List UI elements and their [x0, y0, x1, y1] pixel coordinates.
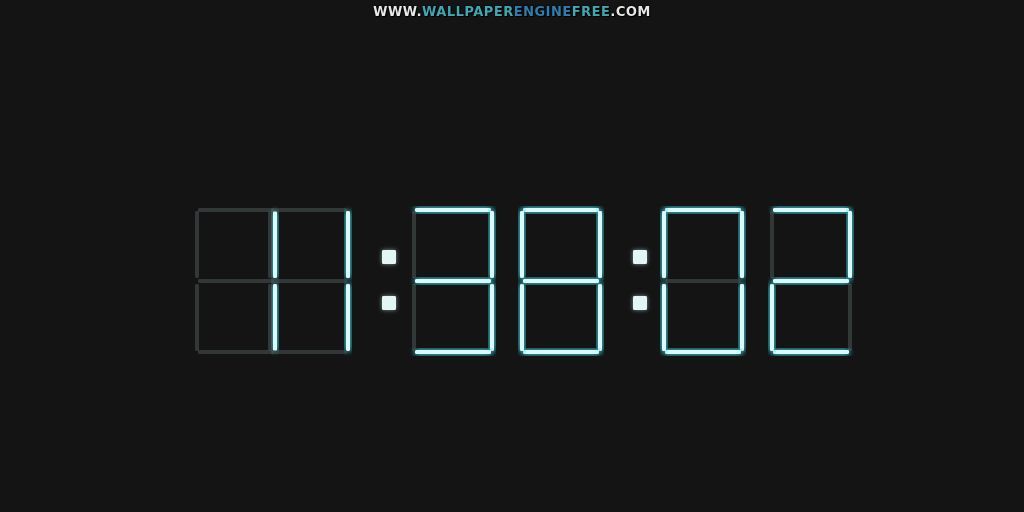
segment-middle: [415, 279, 491, 283]
segment-upper-left: [662, 211, 666, 278]
segment-top: [198, 208, 274, 212]
segment-upper-left: [520, 211, 524, 278]
clock-digit-5: [662, 208, 744, 354]
segment-lower-right: [598, 284, 602, 351]
clock-colon-1: [382, 250, 396, 310]
segment-middle: [198, 279, 274, 283]
clock-digit-3: [412, 208, 494, 354]
colon-dot-lower: [382, 296, 396, 310]
clock-digit-1: [195, 208, 277, 354]
segment-upper-left: [412, 211, 416, 278]
segment-lower-left: [412, 284, 416, 351]
segment-bottom: [523, 350, 599, 354]
segment-upper-left: [268, 211, 272, 278]
clock-digit-2: [268, 208, 350, 354]
segment-top: [271, 208, 347, 212]
clock-digit-6: [770, 208, 852, 354]
segment-upper-right: [490, 211, 494, 278]
segment-bottom: [198, 350, 274, 354]
segment-lower-left: [662, 284, 666, 351]
colon-dot-lower: [633, 296, 647, 310]
segment-middle: [271, 279, 347, 283]
segment-upper-left: [195, 211, 199, 278]
segment-upper-right: [273, 211, 277, 278]
segment-bottom: [271, 350, 347, 354]
clock-digit-4: [520, 208, 602, 354]
colon-dot-upper: [633, 250, 647, 264]
segment-lower-left: [770, 284, 774, 351]
segment-middle: [665, 279, 741, 283]
segment-middle: [523, 279, 599, 283]
clock-digits: [195, 208, 852, 354]
segment-bottom: [773, 350, 849, 354]
segment-lower-left: [268, 284, 272, 351]
segment-upper-right: [598, 211, 602, 278]
segment-upper-right: [848, 211, 852, 278]
clock-colon-2: [633, 250, 647, 310]
segment-top: [773, 208, 849, 212]
segment-lower-right: [740, 284, 744, 351]
segment-lower-left: [520, 284, 524, 351]
segment-top: [665, 208, 741, 212]
segment-lower-right: [346, 284, 350, 351]
segment-lower-right: [848, 284, 852, 351]
segment-upper-left: [770, 211, 774, 278]
digital-clock-display: [195, 208, 852, 354]
segment-lower-right: [490, 284, 494, 351]
colon-dot-upper: [382, 250, 396, 264]
segment-bottom: [665, 350, 741, 354]
segment-middle: [773, 279, 849, 283]
segment-bottom: [415, 350, 491, 354]
segment-upper-right: [740, 211, 744, 278]
segment-top: [523, 208, 599, 212]
segment-upper-right: [346, 211, 350, 278]
segment-lower-left: [195, 284, 199, 351]
segment-lower-right: [273, 284, 277, 351]
segment-top: [415, 208, 491, 212]
